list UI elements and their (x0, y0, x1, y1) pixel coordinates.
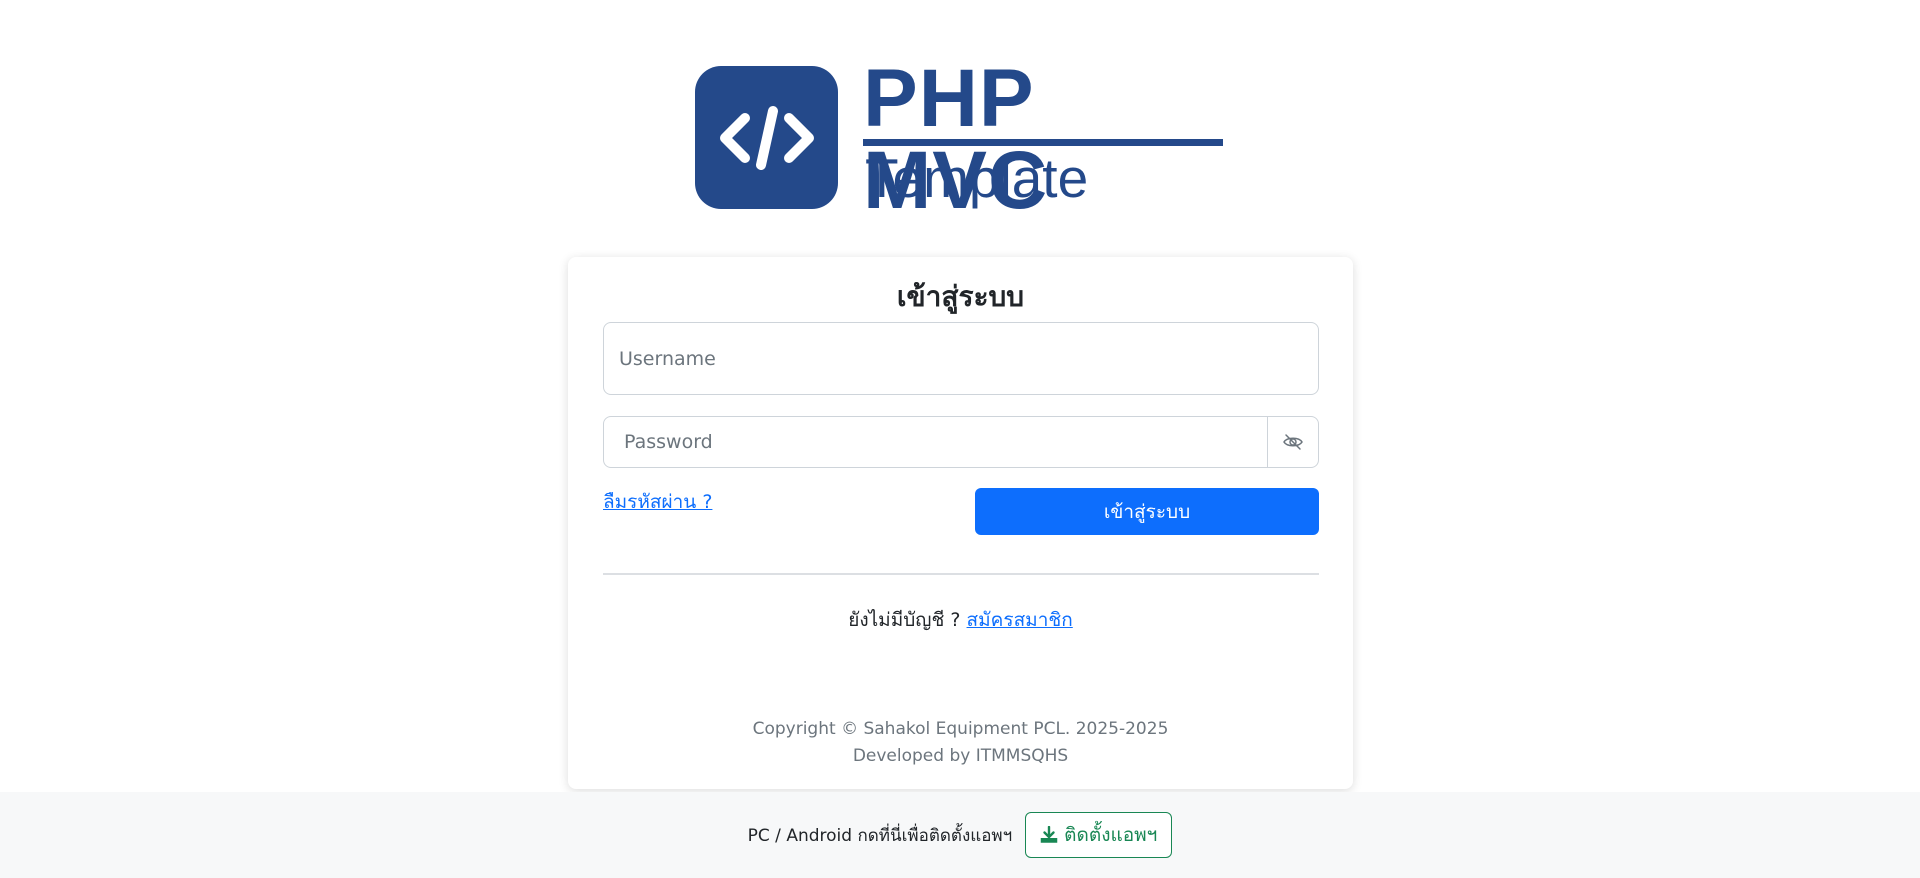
username-input[interactable] (603, 322, 1319, 395)
copyright-block: Copyright © Sahakol Equipment PCL. 2025-… (568, 716, 1353, 770)
register-prompt: ยังไม่มีบัญชี ? (848, 609, 961, 631)
install-app-button[interactable]: ติดตั้งแอพฯ (1025, 812, 1173, 858)
password-input[interactable] (603, 416, 1268, 468)
logo-underline (863, 139, 1223, 146)
register-link[interactable]: สมัครสมาชิก (967, 609, 1073, 631)
logo-subtitle: Template (865, 147, 1089, 209)
install-app-label: ติดตั้งแอพฯ (1064, 824, 1158, 846)
forgot-password-link[interactable]: ลืมรหัสผ่าน ? (603, 487, 712, 517)
logo-wordmark: PHP MVC Template (863, 58, 1223, 222)
toggle-password-button[interactable] (1267, 416, 1319, 468)
login-heading: เข้าสู่ระบบ (896, 280, 1025, 313)
install-bar: PC / Android กดที่นี่เพื่อติดตั้งแอพฯ ติ… (0, 792, 1920, 878)
login-page: PHP MVC Template เข้าสู่ระบบ ลืมรหัสผ่าน… (0, 0, 1920, 878)
developer-text: Developed by ITMMSQHS (852, 746, 1069, 766)
code-icon (695, 66, 838, 209)
copyright-text: Copyright © Sahakol Equipment PCL. 2025-… (752, 719, 1169, 739)
install-prompt: PC / Android กดที่นี่เพื่อติดตั้งแอพฯ (747, 825, 1013, 846)
download-icon (1040, 826, 1058, 844)
eye-slash-icon (1283, 434, 1303, 450)
divider (603, 573, 1319, 575)
app-logo: PHP MVC Template (695, 58, 1223, 222)
login-card: เข้าสู่ระบบ ลืมรหัสผ่าน ? เข้าสู่ระบบ ยั… (568, 257, 1353, 789)
register-prompt-line: ยังไม่มีบัญชี ? สมัครสมาชิก (568, 605, 1353, 635)
login-button[interactable]: เข้าสู่ระบบ (975, 488, 1319, 535)
